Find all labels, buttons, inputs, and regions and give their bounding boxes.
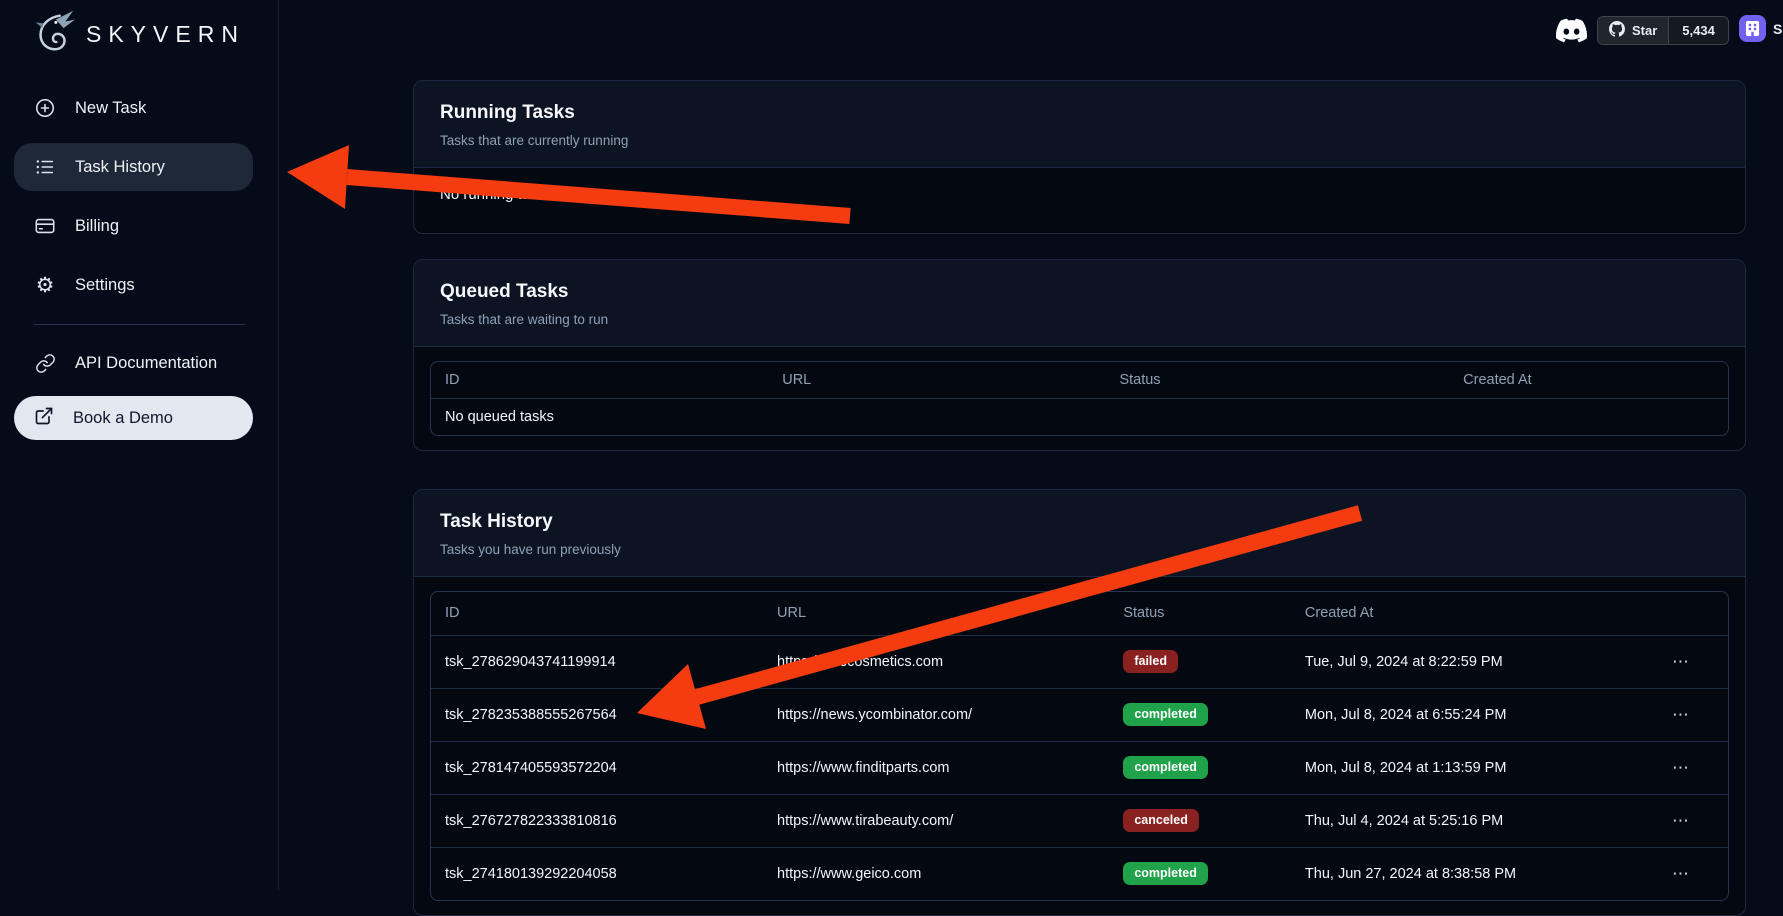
queued-tasks-table: ID URL Status Created At No queued tasks — [430, 361, 1729, 436]
task-url-cell: https://news.ycombinator.com/ — [763, 688, 1109, 741]
task-created-cell: Thu, Jul 4, 2024 at 5:25:16 PM — [1291, 794, 1658, 847]
task-id-cell: tsk_276727822333810816 — [431, 794, 763, 847]
running-tasks-empty-text: No running tasks — [414, 168, 1745, 233]
brand-name: SKYVERN — [86, 21, 245, 48]
task-history-table: ID URL Status Created At tsk_27862904374… — [430, 591, 1729, 901]
card-subtitle: Tasks that are currently running — [440, 133, 1719, 148]
column-header-created-at: Created At — [1449, 362, 1728, 398]
gear-icon: ⚙ — [34, 274, 56, 296]
task-url-cell: https://www.tirabeauty.com/ — [763, 794, 1109, 847]
queued-tasks-card: Queued Tasks Tasks that are waiting to r… — [413, 259, 1746, 451]
status-badge: completed — [1123, 703, 1208, 726]
discord-icon[interactable] — [1556, 15, 1587, 46]
task-url-cell: https://www.finditparts.com — [763, 741, 1109, 794]
sidebar-item-label: API Documentation — [75, 354, 217, 373]
sidebar-item-api-documentation[interactable]: API Documentation — [14, 339, 253, 387]
sidebar-item-new-task[interactable]: New Task — [14, 84, 253, 132]
running-tasks-header: Running Tasks Tasks that are currently r… — [414, 81, 1745, 168]
running-tasks-card: Running Tasks Tasks that are currently r… — [413, 80, 1746, 234]
ellipsis-icon[interactable]: ⋯ — [1672, 705, 1691, 725]
ellipsis-icon[interactable]: ⋯ — [1672, 811, 1691, 831]
main-content: Running Tasks Tasks that are currently r… — [413, 80, 1746, 916]
sidebar: SKYVERN New Task Task History Billing ⚙ … — [0, 0, 279, 890]
column-header-url: URL — [763, 592, 1109, 635]
table-row[interactable]: tsk_278629043741199914 https://…tecosmet… — [431, 635, 1728, 688]
sidebar-secondary-nav: API Documentation — [14, 339, 253, 387]
status-badge: failed — [1123, 650, 1178, 673]
column-header-status: Status — [1105, 362, 1449, 398]
skyvern-dragon-icon — [30, 8, 76, 61]
table-row[interactable]: tsk_276727822333810816 https://www.tirab… — [431, 794, 1728, 847]
status-badge: completed — [1123, 862, 1208, 885]
table-row[interactable]: tsk_278147405593572204 https://www.findi… — [431, 741, 1728, 794]
card-title: Running Tasks — [440, 102, 1719, 124]
github-star-button[interactable]: Star — [1598, 17, 1668, 44]
github-star-widget[interactable]: Star 5,434 — [1597, 16, 1729, 45]
status-badge: canceled — [1123, 809, 1199, 832]
sidebar-divider — [34, 324, 245, 325]
github-star-count[interactable]: 5,434 — [1668, 17, 1728, 44]
sidebar-item-billing[interactable]: Billing — [14, 202, 253, 250]
column-header-url: URL — [768, 362, 1105, 398]
skyvern-logo[interactable]: SKYVERN — [30, 8, 245, 61]
plus-circle-icon — [34, 97, 56, 119]
ellipsis-icon[interactable]: ⋯ — [1672, 758, 1691, 778]
github-star-label: Star — [1632, 23, 1657, 38]
card-title: Task History — [440, 511, 1719, 533]
task-history-header: Task History Tasks you have run previous… — [414, 490, 1745, 577]
column-header-actions — [1658, 592, 1728, 635]
github-icon — [1609, 21, 1625, 40]
user-menu-label[interactable]: Sk — [1773, 21, 1783, 37]
column-header-id: ID — [431, 592, 763, 635]
sidebar-item-label: New Task — [75, 99, 146, 118]
sidebar-nav: New Task Task History Billing ⚙ Settings — [14, 84, 253, 309]
card-title: Queued Tasks — [440, 281, 1719, 303]
task-created-cell: Mon, Jul 8, 2024 at 6:55:24 PM — [1291, 688, 1658, 741]
credit-card-icon — [34, 215, 56, 237]
task-url-cell: https://www.geico.com — [763, 847, 1109, 900]
ellipsis-icon[interactable]: ⋯ — [1672, 864, 1691, 884]
sidebar-item-label: Billing — [75, 217, 119, 236]
link-icon — [34, 352, 56, 374]
task-created-cell: Thu, Jun 27, 2024 at 8:38:58 PM — [1291, 847, 1658, 900]
book-a-demo-button[interactable]: Book a Demo — [14, 396, 253, 440]
sidebar-item-task-history[interactable]: Task History — [14, 143, 253, 191]
task-created-cell: Tue, Jul 9, 2024 at 8:22:59 PM — [1291, 635, 1658, 688]
column-header-id: ID — [431, 362, 768, 398]
org-avatar-icon[interactable] — [1739, 15, 1766, 42]
status-badge: completed — [1123, 756, 1208, 779]
sidebar-item-settings[interactable]: ⚙ Settings — [14, 261, 253, 309]
task-id-cell: tsk_278147405593572204 — [431, 741, 763, 794]
task-id-cell: tsk_278235388555267564 — [431, 688, 763, 741]
queued-tasks-empty-text: No queued tasks — [431, 398, 1728, 435]
sidebar-item-label: Task History — [75, 158, 165, 177]
table-row[interactable]: tsk_274180139292204058 https://www.geico… — [431, 847, 1728, 900]
task-id-cell: tsk_274180139292204058 — [431, 847, 763, 900]
queued-tasks-header: Queued Tasks Tasks that are waiting to r… — [414, 260, 1745, 347]
task-id-cell: tsk_278629043741199914 — [431, 635, 763, 688]
task-url-cell: https://…tecosmetics.com — [763, 635, 1109, 688]
column-header-status: Status — [1109, 592, 1291, 635]
table-row[interactable]: tsk_278235388555267564 https://news.ycom… — [431, 688, 1728, 741]
book-a-demo-label: Book a Demo — [73, 409, 173, 428]
column-header-created-at: Created At — [1291, 592, 1658, 635]
list-icon — [34, 156, 56, 178]
external-link-icon — [34, 406, 54, 431]
sidebar-item-label: Settings — [75, 276, 135, 295]
ellipsis-icon[interactable]: ⋯ — [1672, 652, 1691, 672]
card-subtitle: Tasks that are waiting to run — [440, 312, 1719, 327]
card-subtitle: Tasks you have run previously — [440, 542, 1719, 557]
task-history-card: Task History Tasks you have run previous… — [413, 489, 1746, 916]
task-created-cell: Mon, Jul 8, 2024 at 1:13:59 PM — [1291, 741, 1658, 794]
